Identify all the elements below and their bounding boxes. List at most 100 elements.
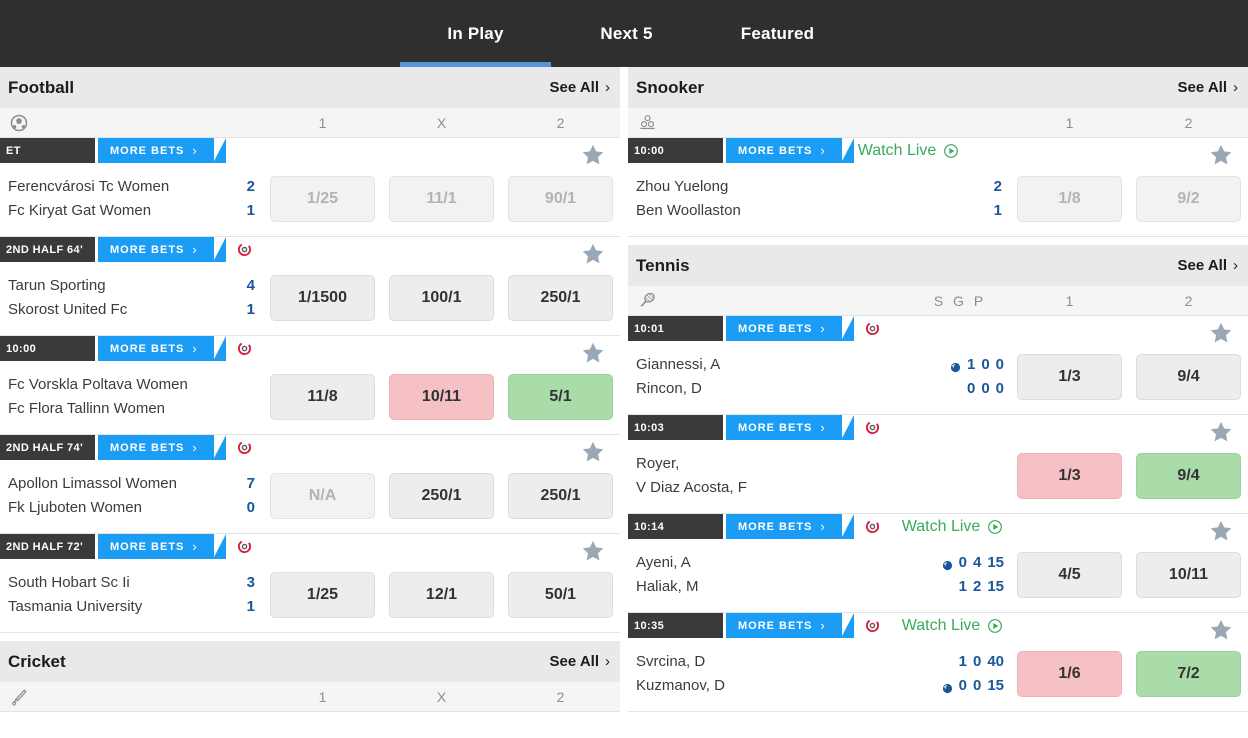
match-stats-button[interactable] [232,237,258,262]
match-stats-button[interactable] [232,435,258,460]
odds-button[interactable]: 1/3 [1017,452,1122,499]
stats-icon[interactable] [237,341,252,356]
stats-icon[interactable] [237,242,252,257]
favorite-star-icon[interactable] [580,142,606,168]
event-row[interactable]: 2ND HALF 72' MORE BETS › South Hobart Sc… [0,534,620,633]
favorite-button[interactable] [1208,419,1234,450]
favorite-star-icon[interactable] [1208,419,1234,445]
event-row[interactable]: 10:00 MORE BETS › Watch Live Zhou Yuelon… [628,138,1248,237]
more-bets-button[interactable]: MORE BETS › [726,415,854,440]
tab-next-5[interactable]: Next 5 [551,0,702,67]
odds-button[interactable]: N/A [270,472,375,519]
odds-button[interactable]: 1/8 [1017,175,1122,222]
odds-button[interactable]: 1/1500 [270,274,375,321]
favorite-button[interactable] [1208,142,1234,173]
favorite-button[interactable] [1208,617,1234,648]
more-bets-button[interactable]: MORE BETS › [726,138,854,163]
play-circle-icon[interactable] [943,143,959,159]
stats-icon[interactable] [865,321,880,336]
odds-button[interactable]: 7/2 [1136,650,1241,697]
favorite-star-icon[interactable] [1208,518,1234,544]
favorite-star-icon[interactable] [1208,142,1234,168]
more-bets-button[interactable]: MORE BETS › [98,237,226,262]
odds-button[interactable]: 9/4 [1136,452,1241,499]
play-circle-icon[interactable] [987,618,1003,634]
event-row[interactable]: ET MORE BETS › Ferencvárosi Tc Women Fc K… [0,138,620,237]
see-all-link[interactable]: See All › [1178,79,1238,96]
odds-button[interactable]: 90/1 [508,175,613,222]
odds-button[interactable]: 9/2 [1136,175,1241,222]
event-row[interactable]: 10:14 MORE BETS › Watch Live Ayeni, A Hal… [628,514,1248,613]
match-stats-button[interactable] [232,534,258,559]
odds-button[interactable]: 11/8 [270,373,375,420]
odds-button[interactable]: 1/25 [270,175,375,222]
left-column[interactable]: Football See All › 1 X 2 ET MORE BETS › Fe… [0,67,620,738]
favorite-button[interactable] [580,538,606,569]
watch-live-button[interactable]: Watch Live [902,514,1004,539]
tab-in-play[interactable]: In Play [400,0,551,67]
odds-button[interactable]: 250/1 [389,472,494,519]
event-row[interactable]: 10:03 MORE BETS › Royer, V Diaz Acosta, F… [628,415,1248,514]
more-bets-button[interactable]: MORE BETS › [98,534,226,559]
favorite-star-icon[interactable] [580,241,606,267]
market-column-header: 12 [628,108,1248,138]
more-bets-button[interactable]: MORE BETS › [726,316,854,341]
odds-button[interactable]: 1/3 [1017,353,1122,400]
favorite-button[interactable] [580,142,606,173]
stats-icon[interactable] [865,420,880,435]
stats-icon[interactable] [865,519,880,534]
play-circle-icon[interactable] [987,519,1003,535]
see-all-link[interactable]: See All › [550,79,610,96]
favorite-star-icon[interactable] [1208,320,1234,346]
match-stats-button[interactable] [860,316,886,341]
favorite-button[interactable] [580,241,606,272]
see-all-link[interactable]: See All › [550,653,610,670]
odds-button[interactable]: 12/1 [389,571,494,618]
more-bets-button[interactable]: MORE BETS › [98,138,226,163]
odds-button[interactable]: 10/11 [1136,551,1241,598]
match-stats-button[interactable] [232,336,258,361]
event-time-chip: 2ND HALF 72' [0,534,95,559]
odds-button[interactable]: 9/4 [1136,353,1241,400]
match-stats-button[interactable] [860,613,886,638]
favorite-star-icon[interactable] [580,340,606,366]
event-row[interactable]: 2ND HALF 74' MORE BETS › Apollon Limasso… [0,435,620,534]
stats-icon[interactable] [237,440,252,455]
favorite-button[interactable] [580,340,606,371]
match-stats-button[interactable] [860,514,886,539]
stats-icon[interactable] [237,539,252,554]
event-row[interactable]: 10:00 MORE BETS › Fc Vorskla Poltava Wom… [0,336,620,435]
chevron-right-icon: › [192,242,198,257]
see-all-link[interactable]: See All › [1178,257,1238,274]
watch-live-button[interactable]: Watch Live [858,138,960,163]
more-bets-button[interactable]: MORE BETS › [726,613,854,638]
odds-button[interactable]: 50/1 [508,571,613,618]
event-row[interactable]: 2ND HALF 64' MORE BETS › Tarun Sporting S… [0,237,620,336]
odds-button[interactable]: 10/11 [389,373,494,420]
tab-featured[interactable]: Featured [702,0,853,67]
match-stats-button[interactable] [860,415,886,440]
event-row[interactable]: 10:35 MORE BETS › Watch Live Svrcina, D K… [628,613,1248,712]
watch-live-button[interactable]: Watch Live [902,613,1004,638]
favorite-star-icon[interactable] [580,439,606,465]
favorite-star-icon[interactable] [1208,617,1234,643]
odds-button[interactable]: 1/25 [270,571,375,618]
odds-button[interactable]: 250/1 [508,472,613,519]
odds-button[interactable]: 11/1 [389,175,494,222]
stats-icon[interactable] [865,618,880,633]
odds-button[interactable]: 250/1 [508,274,613,321]
favorite-button[interactable] [1208,518,1234,549]
odds-button[interactable]: 1/6 [1017,650,1122,697]
more-bets-button[interactable]: MORE BETS › [98,336,226,361]
favorite-star-icon[interactable] [580,538,606,564]
more-bets-button[interactable]: MORE BETS › [98,435,226,460]
odds-button[interactable]: 5/1 [508,373,613,420]
odds-button[interactable]: 4/5 [1017,551,1122,598]
more-bets-button[interactable]: MORE BETS › [726,514,854,539]
right-column[interactable]: Snooker See All › 12 10:00 MORE BETS › W… [628,67,1248,738]
odds-button[interactable]: 100/1 [389,274,494,321]
favorite-button[interactable] [1208,320,1234,351]
event-row[interactable]: 10:01 MORE BETS › Giannessi, A Rincon, D … [628,316,1248,415]
favorite-button[interactable] [580,439,606,470]
event-meta: 10:01 MORE BETS › [628,316,1248,343]
